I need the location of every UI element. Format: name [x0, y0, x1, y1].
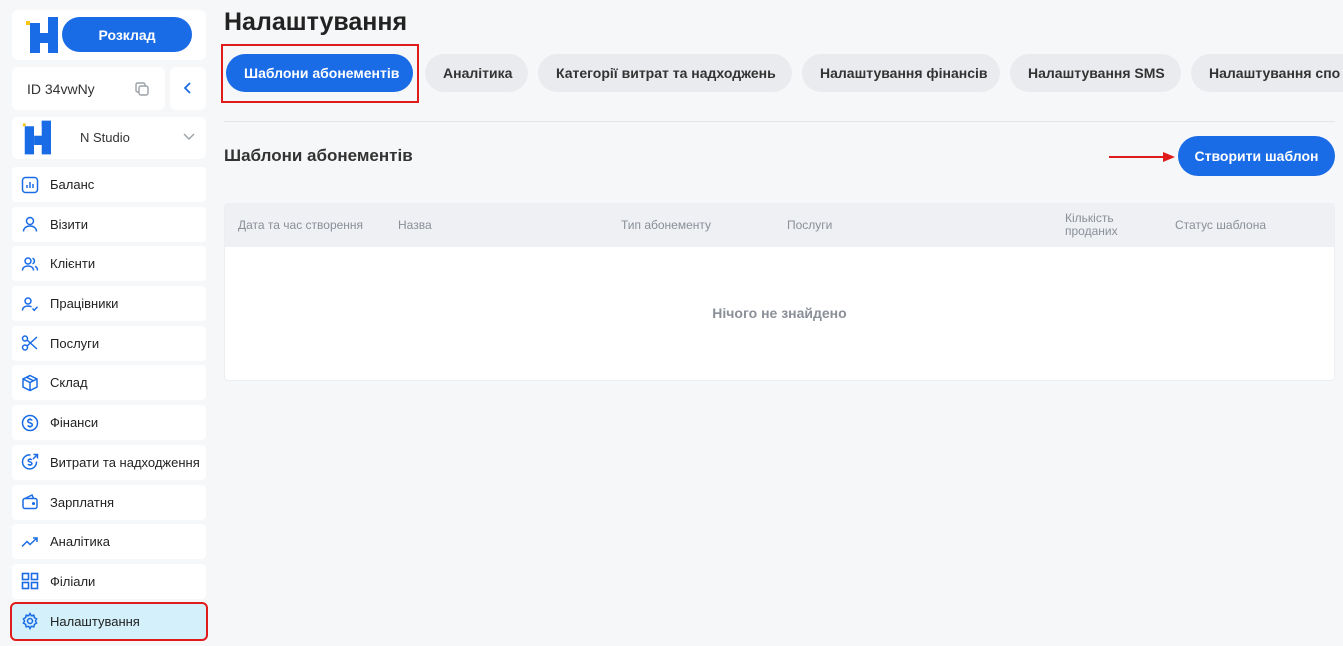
app-logo[interactable] — [26, 17, 58, 53]
tab-analytics[interactable]: Аналітика — [425, 54, 528, 92]
column-header-services[interactable]: Послуги — [787, 219, 832, 232]
sidebar-item-salary[interactable]: Зарплатня — [12, 484, 206, 520]
templates-table: Дата та час створення Назва Тип абонемен… — [224, 203, 1335, 381]
sidebar-item-label: Фінанси — [50, 415, 99, 431]
scissors-icon — [20, 333, 40, 353]
sidebar-item-employees[interactable]: Працівники — [12, 286, 206, 322]
sidebar: Розклад ID 34vwNy N Studio Баланс Візити… — [0, 0, 214, 646]
dollar-arrow-icon — [20, 452, 40, 472]
sidebar-item-clients[interactable]: Клієнти — [12, 246, 206, 282]
collapse-sidebar-button[interactable] — [170, 67, 206, 110]
sidebar-item-label: Налаштування — [50, 613, 140, 629]
column-header-status[interactable]: Статус шаблона — [1175, 219, 1266, 232]
sidebar-item-label: Склад — [50, 375, 88, 391]
tab-finance-settings[interactable]: Налаштування фінансів — [802, 54, 1000, 92]
account-id-card: ID 34vwNy — [12, 67, 165, 110]
sidebar-item-label: Послуги — [50, 335, 100, 351]
account-id: ID 34vwNy — [27, 81, 95, 97]
sidebar-item-label: Баланс — [50, 177, 95, 192]
column-header-type[interactable]: Тип абонементу — [621, 219, 711, 232]
sidebar-item-finance[interactable]: Фінанси — [12, 405, 206, 441]
user-icon — [20, 214, 40, 234]
sidebar-item-label: Візити — [50, 216, 88, 232]
sidebar-item-label: Аналітика — [50, 534, 110, 550]
wallet-icon — [20, 492, 40, 512]
sidebar-item-label: Працівники — [50, 296, 119, 312]
chevron-down-icon — [183, 133, 195, 140]
sidebar-item-label: Зарплатня — [50, 494, 115, 510]
trend-up-icon — [20, 532, 40, 552]
tab-highlight-box — [221, 44, 419, 103]
sidebar-item-services[interactable]: Послуги — [12, 325, 206, 361]
users-icon — [20, 254, 40, 274]
sidebar-item-visits[interactable]: Візити — [12, 206, 206, 242]
user-check-icon — [20, 294, 40, 314]
sidebar-item-settings[interactable]: Налаштування — [10, 601, 208, 641]
tab-expense-income-categories[interactable]: Категорії витрат та надходжень — [538, 54, 792, 92]
tab-sms-settings[interactable]: Налаштування SMS — [1010, 54, 1181, 92]
tab-notification-settings[interactable]: Налаштування спо — [1191, 54, 1343, 92]
column-header-sold[interactable]: Кількість проданих — [1065, 212, 1135, 238]
sidebar-item-analytics[interactable]: Аналітика — [12, 524, 206, 560]
sidebar-item-balance[interactable]: Баланс — [12, 167, 206, 202]
box-icon — [20, 373, 40, 393]
section-title: Шаблони абонементів — [224, 146, 413, 165]
table-header: Дата та час створення Назва Тип абонемен… — [225, 204, 1334, 247]
column-header-name[interactable]: Назва — [398, 219, 432, 232]
dollar-circle-icon — [20, 413, 40, 433]
chart-bar-icon — [20, 175, 40, 195]
studio-selector[interactable]: N Studio — [12, 117, 206, 159]
grid-icon — [20, 571, 40, 591]
divider — [224, 121, 1335, 122]
empty-state-text: Нічого не знайдено — [712, 305, 847, 321]
sidebar-item-warehouse[interactable]: Склад — [12, 365, 206, 401]
sidebar-item-label: Клієнти — [50, 256, 96, 272]
logo-card: Розклад — [12, 10, 206, 60]
copy-icon[interactable] — [133, 80, 151, 98]
studio-name: N Studio — [80, 130, 130, 145]
sidebar-menu: Баланс Візити Клієнти Працівники Послуги — [10, 167, 208, 643]
main-content: Налаштування Шаблони абонементів Аналіти… — [221, 0, 1343, 646]
chevron-left-icon — [183, 82, 191, 94]
page-title: Налаштування — [224, 8, 408, 36]
schedule-button[interactable]: Розклад — [62, 17, 192, 52]
column-header-created[interactable]: Дата та час створення — [238, 219, 363, 232]
sidebar-item-label: Витрати та надходження — [50, 454, 200, 470]
sidebar-item-label: Філіали — [50, 573, 96, 589]
sidebar-item-branches[interactable]: Філіали — [12, 563, 206, 599]
studio-logo — [22, 120, 51, 155]
gear-icon — [20, 611, 40, 631]
create-template-button[interactable]: Створити шаблон — [1178, 136, 1335, 176]
sidebar-item-expenses-income[interactable]: Витрати та надходження — [12, 444, 206, 480]
arrow-right-icon — [1109, 152, 1175, 162]
